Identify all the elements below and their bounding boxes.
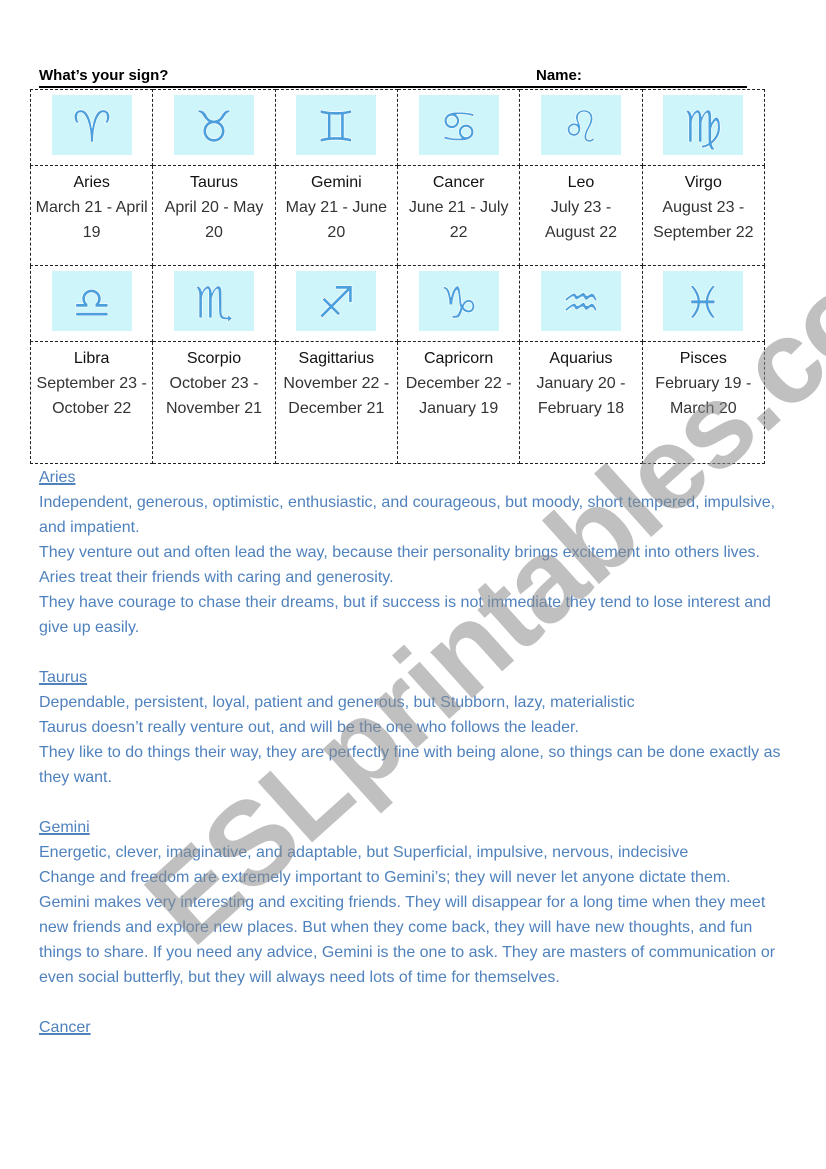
sign-dates: April 20 - May 20 [164,199,264,241]
leo-icon: ♌︎ [540,95,621,155]
section-title: Gemini [39,819,90,836]
sign-dates: July 23 - August 22 [544,199,617,241]
paragraph: Dependable, persistent, loyal, patient a… [39,694,635,711]
section-taurus: Taurus Dependable, persistent, loyal, pa… [39,665,799,790]
section-title: Aries [39,469,76,486]
paragraph: They venture out and often lead the way,… [39,544,760,561]
text-row: Aries March 21 - April 19 Taurus April 20 … [29,165,766,266]
icon-row: ♈︎ ♉︎ ♊︎ ♋︎ ♌︎ ♍︎ [29,89,766,166]
sagittarius-icon-glyph: ♐︎ [317,278,356,329]
libra-icon-glyph: ♎︎ [72,278,111,329]
sign-cell: Leo July 23 - August 22 [519,165,643,266]
sign-dates: November 22 - December 21 [283,375,390,417]
sagittarius-icon: ♐︎ [296,271,377,331]
paragraph: Gemini makes very interesting and exciti… [39,894,776,986]
virgo-icon-glyph: ♍︎ [684,102,723,153]
paragraph: Change and freedom are extremely importa… [39,869,731,886]
sign-descriptions: Aries Independent, generous, optimistic,… [39,465,799,1065]
sign-dates: June 21 - July 22 [408,199,509,241]
sign-name: Leo [567,174,595,191]
taurus-icon: ♉︎ [173,95,254,155]
sign-cell: Pisces February 19 - March 20 [641,341,766,464]
sign-cell: Capricorn December 22 - January 19 [396,341,521,464]
sign-name: Capricorn [423,350,494,367]
sign-dates: September 23 - October 22 [36,375,147,417]
sign-dates: March 21 - April 19 [35,199,148,241]
worksheet-title: What’s your sign? [39,67,169,84]
sign-cell: Libra September 23 - October 22 [29,341,154,464]
sign-name: Libra [73,350,110,367]
paragraph: Energetic, clever, imaginative, and adap… [39,844,689,861]
leo-icon-glyph: ♌︎ [561,102,600,153]
sign-cell: Aquarius January 20 - February 18 [519,341,643,464]
sign-name: Gemini [310,174,362,191]
virgo-icon: ♍︎ [663,95,744,155]
pisces-icon-glyph: ♓︎ [684,278,723,329]
cancer-icon: ♋︎ [418,95,499,155]
paragraph: Taurus doesn’t really venture out, and w… [39,719,579,736]
aquarius-icon: ♒︎ [540,271,621,331]
sign-cell: Aries March 21 - April 19 [29,165,154,266]
pisces-icon: ♓︎ [663,271,744,331]
sign-name: Sagittarius [298,350,375,367]
sign-cell: Taurus April 20 - May 20 [152,165,276,266]
section-cancer: Cancer [39,1015,799,1040]
cancer-icon-glyph: ♋︎ [439,102,478,153]
text-row: Libra September 23 - October 22 Scorpio Oc… [29,341,766,464]
sign-name: Aries [73,174,110,191]
scorpio-icon: ♏︎ [173,271,254,331]
paragraph: Independent, generous, optimistic, enthu… [39,494,776,536]
paragraph: They have courage to chase their dreams,… [39,594,771,636]
zodiac-table: ♈︎ ♉︎ ♊︎ ♋︎ ♌︎ ♍︎ Aries March 21 - April … [29,89,766,464]
worksheet-header: What’s your sign? Name: [39,66,747,88]
sign-dates: August 23 - September 22 [653,199,754,241]
capricorn-icon: ♑︎ [418,271,499,331]
sign-name: Pisces [679,350,727,367]
sign-dates: May 21 - June 20 [285,199,388,241]
libra-icon: ♎︎ [51,271,132,331]
sign-cell: Cancer June 21 - July 22 [396,165,521,266]
aries-icon: ♈︎ [51,95,132,155]
sign-dates: February 19 - March 20 [655,375,752,417]
sign-cell: Gemini May 21 - June 20 [274,165,398,266]
capricorn-icon-glyph: ♑︎ [439,278,478,329]
name-label: Name: [536,67,582,84]
gemini-icon-glyph: ♊︎ [317,102,356,153]
icon-row: ♎︎ ♏︎ ♐︎ ♑︎ ♒︎ ♓︎ [29,265,766,342]
sign-dates: October 23 - November 21 [165,375,263,417]
sign-cell: Sagittarius November 22 - December 21 [274,341,398,464]
aquarius-icon-glyph: ♒︎ [561,278,600,329]
sign-name: Aquarius [549,350,613,367]
sign-dates: December 22 - January 19 [405,375,512,417]
taurus-icon-glyph: ♉︎ [194,102,233,153]
gemini-icon: ♊︎ [296,95,377,155]
sign-name: Virgo [684,174,722,191]
aries-icon-glyph: ♈︎ [72,102,111,153]
sign-name: Taurus [189,174,238,191]
paragraph: Aries treat their friends with caring an… [39,569,394,586]
sign-dates: January 20 - February 18 [536,375,626,417]
section-gemini: Gemini Energetic, clever, imaginative, a… [39,815,799,990]
scorpio-icon-glyph: ♏︎ [194,278,233,329]
sign-cell: Scorpio October 23 - November 21 [152,341,276,464]
sign-cell: Virgo August 23 - September 22 [641,165,766,266]
sign-name: Cancer [432,174,485,191]
section-title: Taurus [39,669,88,686]
paragraph: They like to do things their way, they a… [39,744,781,786]
section-aries: Aries Independent, generous, optimistic,… [39,465,799,640]
section-title: Cancer [39,1019,91,1036]
sign-name: Scorpio [186,350,242,367]
